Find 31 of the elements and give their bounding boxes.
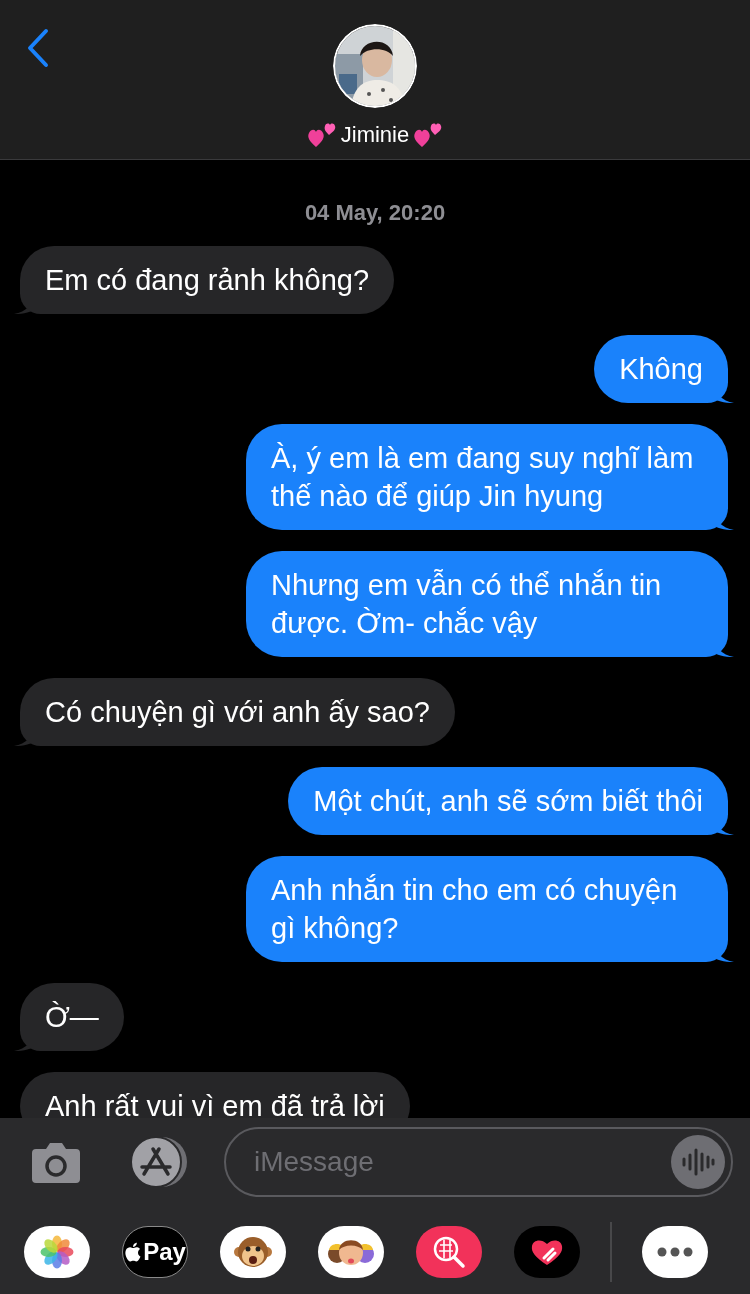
- message-text: Nhưng em vẫn có thể nhắn tin được. Ờm- chắc vậy: [271, 568, 663, 641]
- apple-icon: [124, 1242, 142, 1262]
- animoji-app-button[interactable]: [220, 1226, 286, 1278]
- image-search-app-button[interactable]: [416, 1226, 482, 1278]
- heart-icon: [531, 1238, 563, 1266]
- camera-icon: [32, 1141, 80, 1183]
- memoji-app-button[interactable]: [318, 1226, 384, 1278]
- more-apps-button[interactable]: [642, 1226, 708, 1278]
- message-text: Ờ—: [45, 1000, 99, 1035]
- photos-app-button[interactable]: [24, 1226, 90, 1278]
- camera-button[interactable]: [32, 1141, 80, 1183]
- back-button[interactable]: [26, 28, 50, 68]
- message-text: Anh nhắn tin cho em có chuyện gì không?: [271, 873, 679, 946]
- message-text: Không: [619, 352, 703, 387]
- timestamp: 04 May, 20:20: [303, 199, 447, 227]
- digital-touch-app-button[interactable]: [514, 1226, 580, 1278]
- message-text: À, ý em là em đang suy nghĩ làm thế nào để giúp Jin hyung: [271, 441, 695, 514]
- audio-message-button[interactable]: [671, 1135, 725, 1189]
- apple-pay-button[interactable]: Pay: [122, 1226, 188, 1278]
- waveform-icon: [680, 1148, 716, 1176]
- message-text: Anh rất vui vì em đã trả lời: [45, 1089, 385, 1118]
- message-text: Một chút, anh sẽ sớm biết thôi: [313, 784, 703, 819]
- message-field[interactable]: iMessage: [224, 1127, 733, 1197]
- message-text: Em có đang rảnh không?: [45, 263, 370, 298]
- search-icon: [431, 1234, 467, 1270]
- back-icon: [26, 28, 50, 68]
- message-text: Có chuyện gì với anh ấy sao?: [45, 695, 430, 730]
- more-icon: [657, 1247, 693, 1257]
- message-input-field[interactable]: iMessage: [254, 1141, 671, 1183]
- contact-name[interactable]: Jiminie: [340, 118, 410, 151]
- flower-icon: [40, 1235, 74, 1269]
